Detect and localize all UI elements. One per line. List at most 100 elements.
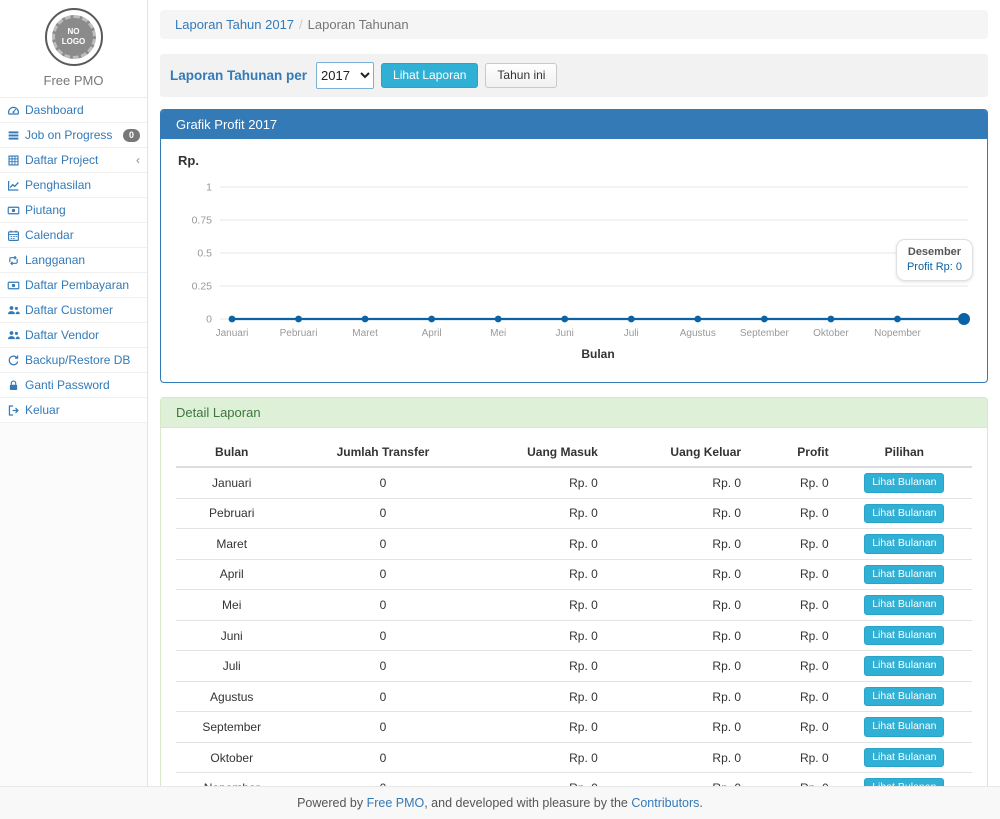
sidebar-item-daftar-project[interactable]: Daftar Project‹ [0,148,147,173]
y-tick-label: 0.75 [192,215,213,227]
breadcrumb-current: Laporan Tahunan [308,17,409,32]
cell-transfer: 0 [287,559,478,590]
cell-masuk: Rp. 0 [478,773,605,786]
footer-text-prefix: Powered by [297,796,366,810]
chart-point[interactable] [561,316,568,323]
x-tick-label: Juli [624,328,639,339]
users-icon [7,329,20,342]
chart-point[interactable] [362,316,369,323]
x-tick-label: Januari [216,328,249,339]
cell-masuk: Rp. 0 [478,681,605,712]
chart-point[interactable] [428,316,435,323]
this-year-button[interactable]: Tahun ini [485,63,557,88]
lihat-bulanan-button[interactable]: Lihat Bulanan [864,595,944,615]
lihat-bulanan-button[interactable]: Lihat Bulanan [864,565,944,585]
chart-point[interactable] [828,316,835,323]
page-footer: Powered by Free PMO, and developed with … [0,786,1000,819]
lihat-bulanan-button[interactable]: Lihat Bulanan [864,504,944,524]
sidebar-item-keluar[interactable]: Keluar [0,398,147,423]
report-table: Bulan Jumlah Transfer Uang Masuk Uang Ke… [176,438,972,786]
sidebar-item-ganti-password[interactable]: Ganti Password [0,373,147,398]
profit-line-chart: Rp.00.250.50.751JanuariPebruariMaretApri… [176,149,972,367]
cell-keluar: Rp. 0 [606,498,749,529]
cell-masuk: Rp. 0 [478,498,605,529]
chart-point-highlighted[interactable] [958,313,970,325]
line-chart-icon [7,179,20,192]
cell-keluar: Rp. 0 [606,712,749,743]
lihat-bulanan-button[interactable]: Lihat Bulanan [864,778,944,786]
sidebar-item-langganan[interactable]: Langganan [0,248,147,273]
sidebar-item-label: Daftar Pembayaran [25,278,129,292]
chart-point[interactable] [761,316,768,323]
tachometer-icon [7,104,20,117]
y-tick-label: 0 [206,314,212,326]
sidebar-item-penghasilan[interactable]: Penghasilan [0,173,147,198]
sidebar-item-label: Piutang [25,203,66,217]
sidebar-item-job-on-progress[interactable]: Job on Progress 0 [0,123,147,148]
sidebar-item-dashboard[interactable]: Dashboard [0,98,147,123]
cell-bulan: Mei [176,590,287,621]
lihat-bulanan-button[interactable]: Lihat Bulanan [864,687,944,707]
logo-text: NOLOGO [62,27,86,47]
lihat-bulanan-button[interactable]: Lihat Bulanan [864,534,944,554]
lihat-bulanan-button[interactable]: Lihat Bulanan [864,748,944,768]
table-icon [7,154,20,167]
sidebar-item-label: Dashboard [25,103,84,117]
money-icon [7,204,20,217]
chart-point[interactable] [229,316,236,323]
cell-keluar: Rp. 0 [606,681,749,712]
cell-bulan: Oktober [176,742,287,773]
tasks-icon [7,129,20,142]
lihat-bulanan-button[interactable]: Lihat Bulanan [864,626,944,646]
chart-point[interactable] [295,316,302,323]
view-report-button[interactable]: Lihat Laporan [381,63,478,88]
report-table-head: Bulan Jumlah Transfer Uang Masuk Uang Ke… [176,438,972,467]
logo: NOLOGO [45,8,103,66]
cell-bulan: Januari [176,467,287,498]
brand-name: Free PMO [0,73,147,88]
sidebar-item-daftar-pembayaran[interactable]: Daftar Pembayaran [0,273,147,298]
y-tick-label: 0.25 [192,281,213,293]
y-axis-label: Rp. [178,153,199,168]
calendar-icon [7,229,20,242]
count-badge: 0 [123,129,140,142]
cell-profit: Rp. 0 [749,620,837,651]
chart-point[interactable] [495,316,502,323]
cell-bulan: Pebruari [176,498,287,529]
cell-bulan: Maret [176,529,287,560]
cell-masuk: Rp. 0 [478,590,605,621]
table-row: Maret0Rp. 0Rp. 0Rp. 0Lihat Bulanan [176,529,972,560]
report-toolbar: Laporan Tahunan per 2017 Lihat Laporan T… [160,54,988,97]
cell-keluar: Rp. 0 [606,620,749,651]
lihat-bulanan-button[interactable]: Lihat Bulanan [864,473,944,493]
cell-masuk: Rp. 0 [478,742,605,773]
col-header-profit: Profit [749,438,837,467]
lihat-bulanan-button[interactable]: Lihat Bulanan [864,656,944,676]
sidebar-item-daftar-vendor[interactable]: Daftar Vendor [0,323,147,348]
chart-point[interactable] [894,316,901,323]
x-tick-label: Nopember [874,328,921,339]
detail-panel-title: Detail Laporan [161,398,987,428]
x-tick-label: Maret [352,328,378,339]
sidebar-item-piutang[interactable]: Piutang [0,198,147,223]
breadcrumb: Laporan Tahun 2017/Laporan Tahunan [160,10,988,39]
chart-point[interactable] [628,316,635,323]
sidebar-item-backup-restore-db[interactable]: Backup/Restore DB [0,348,147,373]
sidebar-item-label: Job on Progress [25,128,112,142]
cell-profit: Rp. 0 [749,742,837,773]
sidebar-item-label: Penghasilan [25,178,91,192]
sidebar-item-daftar-customer[interactable]: Daftar Customer [0,298,147,323]
contributors-link[interactable]: Contributors [631,796,699,810]
money-icon [7,279,20,292]
detail-panel-body: Bulan Jumlah Transfer Uang Masuk Uang Ke… [161,428,987,786]
x-axis-label: Bulan [581,347,614,361]
lihat-bulanan-button[interactable]: Lihat Bulanan [864,717,944,737]
breadcrumb-link[interactable]: Laporan Tahun 2017 [175,17,294,32]
table-row: September0Rp. 0Rp. 0Rp. 0Lihat Bulanan [176,712,972,743]
year-select[interactable]: 2017 [316,62,374,89]
free-pmo-link[interactable]: Free PMO [367,796,425,810]
sidebar-item-calendar[interactable]: Calendar [0,223,147,248]
chart-point[interactable] [694,316,701,323]
main-content: Laporan Tahun 2017/Laporan Tahunan Lapor… [148,0,1000,786]
cell-masuk: Rp. 0 [478,529,605,560]
